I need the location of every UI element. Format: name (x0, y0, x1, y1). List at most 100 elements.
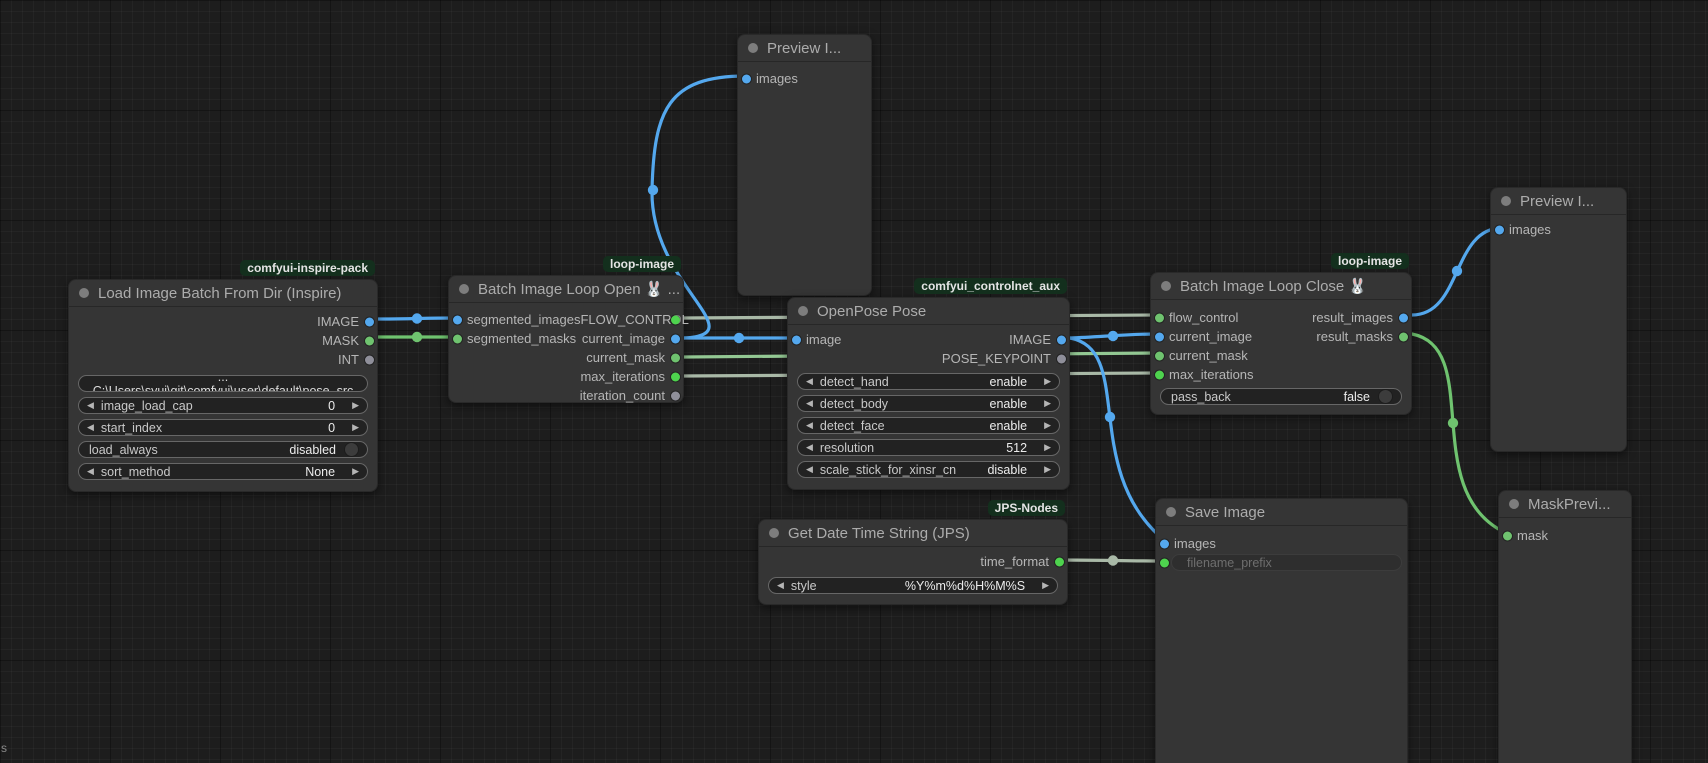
output-slot-flow-control[interactable] (671, 315, 680, 324)
next-option-arrow-icon[interactable]: ▶ (1042, 580, 1049, 591)
output-slot-iteration-count[interactable] (671, 391, 680, 400)
collapse-dot[interactable] (769, 528, 779, 538)
widget-directory-path[interactable]: ... C:\Users\syui\git\comfyui\user\defau… (78, 375, 368, 392)
widget-start-index[interactable]: ◀ start_index 0 ▶ (78, 419, 368, 436)
next-option-arrow-icon[interactable]: ▶ (352, 466, 359, 477)
toggle-icon[interactable] (344, 442, 359, 457)
link-dot[interactable] (412, 313, 422, 323)
output-slot-mask[interactable] (365, 336, 374, 345)
collapse-dot[interactable] (748, 43, 758, 53)
node-batch-image-loop-close[interactable]: loop-image Batch Image Loop Close 🐰 flow… (1150, 272, 1412, 415)
node-title: Batch Image Loop Close 🐰 (1180, 277, 1367, 295)
link-dot[interactable] (1448, 418, 1458, 428)
link-dot[interactable] (1105, 412, 1115, 422)
input-slot-max-iterations[interactable] (1155, 370, 1164, 379)
output-slot-pose-keypoint[interactable] (1057, 354, 1066, 363)
node-batch-image-loop-open[interactable]: loop-image Batch Image Loop Open 🐰 ... s… (448, 275, 684, 403)
collapse-dot[interactable] (798, 306, 808, 316)
widget-label: detect_face (820, 419, 885, 433)
input-slot-segmented-images[interactable] (453, 315, 462, 324)
input-slot-mask[interactable] (1503, 531, 1512, 540)
widget-pass-back[interactable]: pass_back false (1160, 388, 1402, 405)
input-slot-segmented-masks[interactable] (453, 334, 462, 343)
widget-label: load_always (89, 443, 158, 457)
output-slot-int[interactable] (365, 355, 374, 364)
link-dot[interactable] (412, 332, 422, 342)
link-dot[interactable] (1108, 555, 1118, 565)
widget-detect-body[interactable]: ◀ detect_body enable ▶ (797, 395, 1060, 412)
widget-load-always[interactable]: load_always disabled (78, 441, 368, 458)
node-graph-canvas[interactable]: Preview I... images comfyui-inspire-pack… (0, 0, 1708, 763)
widget-filename-prefix-disabled: filename_prefix (1171, 554, 1402, 571)
input-slot-current-image[interactable] (1155, 332, 1164, 341)
widget-scale-stick-for-xinsr-cn[interactable]: ◀ scale_stick_for_xinsr_cn disable ▶ (797, 461, 1060, 478)
collapse-dot[interactable] (79, 288, 89, 298)
output-slot-current-image[interactable] (671, 334, 680, 343)
output-slot-time-format[interactable] (1055, 557, 1064, 566)
input-slot-flow-control[interactable] (1155, 313, 1164, 322)
slot-label: mask (1517, 528, 1548, 543)
output-slot-current-mask[interactable] (671, 353, 680, 362)
decrement-arrow-icon[interactable]: ◀ (806, 442, 813, 453)
increment-arrow-icon[interactable]: ▶ (352, 400, 359, 411)
output-slot-result-images[interactable] (1399, 313, 1408, 322)
next-option-arrow-icon[interactable]: ▶ (1044, 464, 1051, 475)
widget-detect-hand[interactable]: ◀ detect_hand enable ▶ (797, 373, 1060, 390)
widget-label: style (791, 579, 817, 593)
output-slot-result-masks[interactable] (1399, 332, 1408, 341)
input-slot-images[interactable] (742, 74, 751, 83)
widget-detect-face[interactable]: ◀ detect_face enable ▶ (797, 417, 1060, 434)
output-slot-image[interactable] (365, 317, 374, 326)
slot-row: current_mask (449, 348, 683, 367)
slot-label: time_format (980, 554, 1049, 569)
input-slot-images[interactable] (1160, 539, 1169, 548)
decrement-arrow-icon[interactable]: ◀ (87, 400, 94, 411)
widget-sort-method[interactable]: ◀ sort_method None ▶ (78, 463, 368, 480)
collapse-dot[interactable] (459, 284, 469, 294)
increment-arrow-icon[interactable]: ▶ (1044, 442, 1051, 453)
widget-label: filename_prefix (1187, 556, 1272, 570)
link-dot[interactable] (648, 185, 658, 195)
link-dot[interactable] (1452, 266, 1462, 276)
output-slot-max-iterations[interactable] (671, 372, 680, 381)
prev-option-arrow-icon[interactable]: ◀ (87, 466, 94, 477)
node-pack-badge: comfyui_controlnet_aux (914, 278, 1067, 294)
increment-arrow-icon[interactable]: ▶ (352, 422, 359, 433)
widget-style[interactable]: ◀ style %Y%m%d%H%M%S ▶ (768, 577, 1058, 594)
node-preview-image-right[interactable]: Preview I... images (1490, 187, 1627, 452)
decrement-arrow-icon[interactable]: ◀ (87, 422, 94, 433)
widget-resolution[interactable]: ◀ resolution 512 ▶ (797, 439, 1060, 456)
node-openpose-pose[interactable]: comfyui_controlnet_aux OpenPose Pose ima… (787, 297, 1070, 490)
input-slot-filename-prefix[interactable] (1160, 558, 1169, 567)
node-mask-preview[interactable]: MaskPrevi... mask (1498, 490, 1632, 763)
widget-image-load-cap[interactable]: ◀ image_load_cap 0 ▶ (78, 397, 368, 414)
link-dot[interactable] (1108, 331, 1118, 341)
prev-option-arrow-icon[interactable]: ◀ (806, 398, 813, 409)
output-slot-image[interactable] (1057, 335, 1066, 344)
input-slot-images[interactable] (1495, 225, 1504, 234)
link-dot[interactable] (734, 333, 744, 343)
slot-label: current_image (1169, 329, 1252, 344)
input-slot-image[interactable] (792, 335, 801, 344)
node-preview-image-top[interactable]: Preview I... images (737, 34, 872, 296)
slot-row: filename_prefix (1156, 553, 1407, 572)
node-title: Save Image (1185, 504, 1265, 521)
next-option-arrow-icon[interactable]: ▶ (1044, 398, 1051, 409)
collapse-dot[interactable] (1161, 281, 1171, 291)
next-option-arrow-icon[interactable]: ▶ (1044, 420, 1051, 431)
node-get-date-time-string[interactable]: JPS-Nodes Get Date Time String (JPS) tim… (758, 519, 1068, 605)
prev-option-arrow-icon[interactable]: ◀ (806, 376, 813, 387)
prev-option-arrow-icon[interactable]: ◀ (806, 420, 813, 431)
widget-label: detect_body (820, 397, 888, 411)
node-save-image[interactable]: Save Image images filename_prefix (1155, 498, 1408, 763)
node-load-image-batch[interactable]: comfyui-inspire-pack Load Image Batch Fr… (68, 279, 378, 492)
prev-option-arrow-icon[interactable]: ◀ (777, 580, 784, 591)
collapse-dot[interactable] (1166, 507, 1176, 517)
widget-value: None (305, 465, 335, 479)
next-option-arrow-icon[interactable]: ▶ (1044, 376, 1051, 387)
input-slot-current-mask[interactable] (1155, 351, 1164, 360)
collapse-dot[interactable] (1501, 196, 1511, 206)
prev-option-arrow-icon[interactable]: ◀ (806, 464, 813, 475)
toggle-icon[interactable] (1378, 389, 1393, 404)
collapse-dot[interactable] (1509, 499, 1519, 509)
